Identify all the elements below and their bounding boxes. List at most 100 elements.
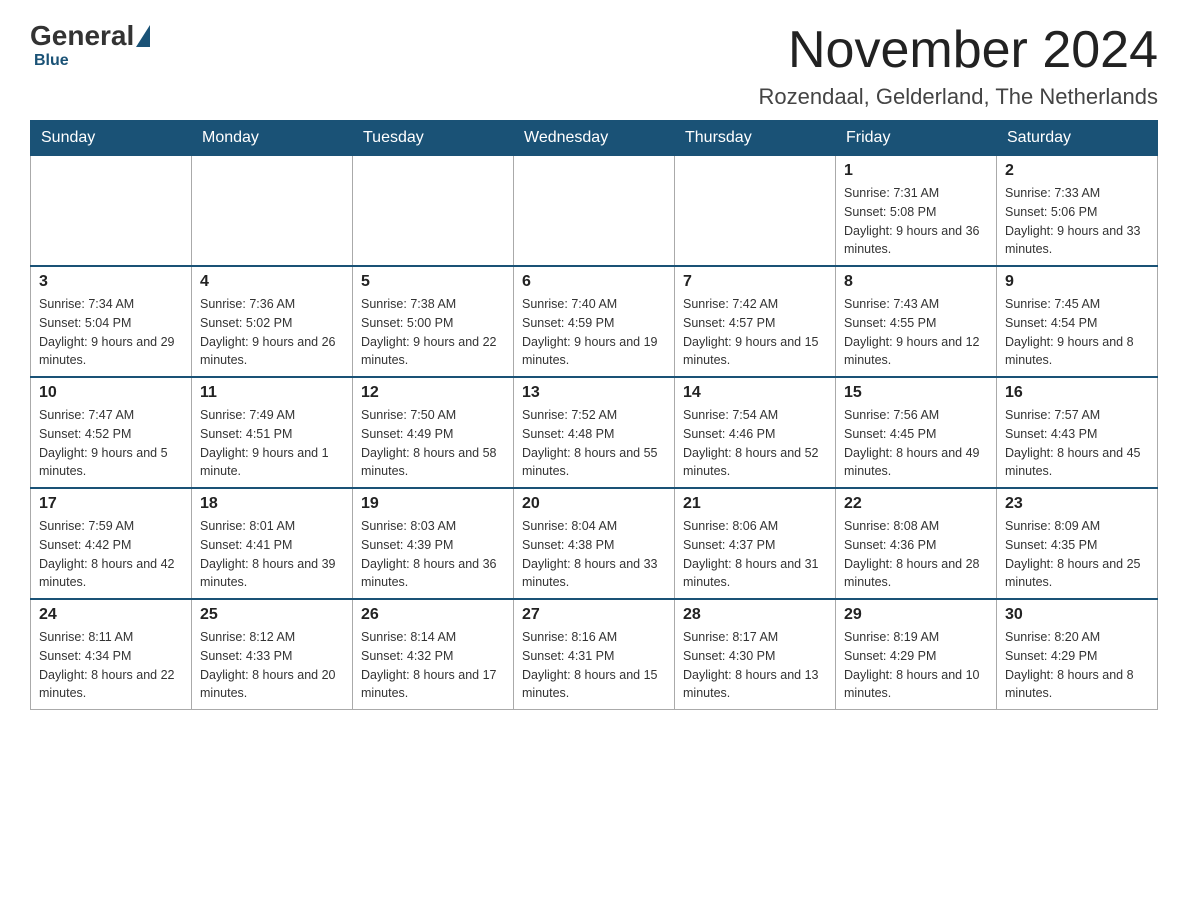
day-number: 9: [1005, 273, 1149, 291]
calendar-day-cell: 4 Sunrise: 7:36 AMSunset: 5:02 PMDaylight…: [192, 266, 353, 377]
day-number: 23: [1005, 495, 1149, 513]
day-number: 21: [683, 495, 827, 513]
day-number: 8: [844, 273, 988, 291]
calendar-day-cell: [514, 156, 675, 267]
day-info: Sunrise: 7:43 AMSunset: 4:55 PMDaylight:…: [844, 295, 988, 370]
day-info: Sunrise: 8:17 AMSunset: 4:30 PMDaylight:…: [683, 628, 827, 703]
calendar-day-cell: 10 Sunrise: 7:47 AMSunset: 4:52 PMDayligh…: [31, 377, 192, 488]
day-number: 29: [844, 606, 988, 624]
day-number: 3: [39, 273, 183, 291]
calendar-day-cell: 16 Sunrise: 7:57 AMSunset: 4:43 PMDayligh…: [997, 377, 1158, 488]
day-info: Sunrise: 7:36 AMSunset: 5:02 PMDaylight:…: [200, 295, 344, 370]
day-number: 4: [200, 273, 344, 291]
calendar-day-cell: [353, 156, 514, 267]
day-number: 2: [1005, 162, 1149, 180]
calendar-day-cell: 28 Sunrise: 8:17 AMSunset: 4:30 PMDayligh…: [675, 599, 836, 710]
day-info: Sunrise: 7:38 AMSunset: 5:00 PMDaylight:…: [361, 295, 505, 370]
calendar-day-cell: 26 Sunrise: 8:14 AMSunset: 4:32 PMDayligh…: [353, 599, 514, 710]
day-info: Sunrise: 7:52 AMSunset: 4:48 PMDaylight:…: [522, 406, 666, 481]
calendar-day-cell: 23Sunrise: 8:09 AMSunset: 4:35 PMDayligh…: [997, 488, 1158, 599]
day-number: 5: [361, 273, 505, 291]
logo-triangle-icon: [136, 25, 150, 47]
calendar-day-cell: [675, 156, 836, 267]
day-number: 20: [522, 495, 666, 513]
day-number: 25: [200, 606, 344, 624]
calendar-day-cell: 2 Sunrise: 7:33 AMSunset: 5:06 PMDaylight…: [997, 156, 1158, 267]
day-info: Sunrise: 8:14 AMSunset: 4:32 PMDaylight:…: [361, 628, 505, 703]
day-info: Sunrise: 7:47 AMSunset: 4:52 PMDaylight:…: [39, 406, 183, 481]
calendar-table: SundayMondayTuesdayWednesdayThursdayFrid…: [30, 120, 1158, 710]
location-subtitle: Rozendaal, Gelderland, The Netherlands: [758, 84, 1158, 110]
calendar-day-cell: 30 Sunrise: 8:20 AMSunset: 4:29 PMDayligh…: [997, 599, 1158, 710]
day-number: 22: [844, 495, 988, 513]
calendar-day-cell: 25 Sunrise: 8:12 AMSunset: 4:33 PMDayligh…: [192, 599, 353, 710]
day-info: Sunrise: 7:33 AMSunset: 5:06 PMDaylight:…: [1005, 184, 1149, 259]
day-info: Sunrise: 7:50 AMSunset: 4:49 PMDaylight:…: [361, 406, 505, 481]
day-number: 14: [683, 384, 827, 402]
weekday-header-row: SundayMondayTuesdayWednesdayThursdayFrid…: [31, 121, 1158, 156]
day-info: Sunrise: 7:31 AMSunset: 5:08 PMDaylight:…: [844, 184, 988, 259]
calendar-day-cell: 27 Sunrise: 8:16 AMSunset: 4:31 PMDayligh…: [514, 599, 675, 710]
day-info: Sunrise: 8:08 AMSunset: 4:36 PMDaylight:…: [844, 517, 988, 592]
calendar-day-cell: 18 Sunrise: 8:01 AMSunset: 4:41 PMDayligh…: [192, 488, 353, 599]
page-header: General Blue November 2024 Rozendaal, Ge…: [30, 20, 1158, 110]
weekday-header-tuesday: Tuesday: [353, 121, 514, 156]
title-section: November 2024 Rozendaal, Gelderland, The…: [758, 20, 1158, 110]
day-number: 19: [361, 495, 505, 513]
day-info: Sunrise: 8:04 AMSunset: 4:38 PMDaylight:…: [522, 517, 666, 592]
weekday-header-friday: Friday: [836, 121, 997, 156]
calendar-week-row: 3 Sunrise: 7:34 AMSunset: 5:04 PMDaylight…: [31, 266, 1158, 377]
calendar-day-cell: [31, 156, 192, 267]
day-number: 27: [522, 606, 666, 624]
calendar-day-cell: 19Sunrise: 8:03 AMSunset: 4:39 PMDayligh…: [353, 488, 514, 599]
day-info: Sunrise: 8:12 AMSunset: 4:33 PMDaylight:…: [200, 628, 344, 703]
day-number: 13: [522, 384, 666, 402]
day-number: 26: [361, 606, 505, 624]
calendar-day-cell: 1 Sunrise: 7:31 AMSunset: 5:08 PMDaylight…: [836, 156, 997, 267]
calendar-day-cell: 21 Sunrise: 8:06 AMSunset: 4:37 PMDayligh…: [675, 488, 836, 599]
calendar-week-row: 24 Sunrise: 8:11 AMSunset: 4:34 PMDayligh…: [31, 599, 1158, 710]
day-info: Sunrise: 7:34 AMSunset: 5:04 PMDaylight:…: [39, 295, 183, 370]
calendar-day-cell: 6Sunrise: 7:40 AMSunset: 4:59 PMDaylight…: [514, 266, 675, 377]
calendar-day-cell: [192, 156, 353, 267]
day-number: 30: [1005, 606, 1149, 624]
day-info: Sunrise: 7:49 AMSunset: 4:51 PMDaylight:…: [200, 406, 344, 481]
logo: General Blue: [30, 20, 152, 70]
calendar-day-cell: 20 Sunrise: 8:04 AMSunset: 4:38 PMDayligh…: [514, 488, 675, 599]
day-info: Sunrise: 8:19 AMSunset: 4:29 PMDaylight:…: [844, 628, 988, 703]
day-info: Sunrise: 8:01 AMSunset: 4:41 PMDaylight:…: [200, 517, 344, 592]
day-number: 28: [683, 606, 827, 624]
day-number: 18: [200, 495, 344, 513]
logo-blue-text: Blue: [34, 52, 69, 70]
calendar-day-cell: 24 Sunrise: 8:11 AMSunset: 4:34 PMDayligh…: [31, 599, 192, 710]
day-info: Sunrise: 8:11 AMSunset: 4:34 PMDaylight:…: [39, 628, 183, 703]
calendar-day-cell: 29 Sunrise: 8:19 AMSunset: 4:29 PMDayligh…: [836, 599, 997, 710]
day-info: Sunrise: 7:56 AMSunset: 4:45 PMDaylight:…: [844, 406, 988, 481]
day-info: Sunrise: 7:42 AMSunset: 4:57 PMDaylight:…: [683, 295, 827, 370]
day-info: Sunrise: 7:59 AMSunset: 4:42 PMDaylight:…: [39, 517, 183, 592]
day-info: Sunrise: 8:20 AMSunset: 4:29 PMDaylight:…: [1005, 628, 1149, 703]
calendar-day-cell: 7 Sunrise: 7:42 AMSunset: 4:57 PMDaylight…: [675, 266, 836, 377]
day-info: Sunrise: 8:06 AMSunset: 4:37 PMDaylight:…: [683, 517, 827, 592]
calendar-day-cell: 15 Sunrise: 7:56 AMSunset: 4:45 PMDayligh…: [836, 377, 997, 488]
day-info: Sunrise: 8:16 AMSunset: 4:31 PMDaylight:…: [522, 628, 666, 703]
day-info: Sunrise: 7:40 AMSunset: 4:59 PMDaylight:…: [522, 295, 666, 370]
calendar-day-cell: 8 Sunrise: 7:43 AMSunset: 4:55 PMDaylight…: [836, 266, 997, 377]
calendar-day-cell: 14Sunrise: 7:54 AMSunset: 4:46 PMDayligh…: [675, 377, 836, 488]
calendar-day-cell: 9Sunrise: 7:45 AMSunset: 4:54 PMDaylight…: [997, 266, 1158, 377]
day-number: 7: [683, 273, 827, 291]
day-info: Sunrise: 7:57 AMSunset: 4:43 PMDaylight:…: [1005, 406, 1149, 481]
calendar-day-cell: 22 Sunrise: 8:08 AMSunset: 4:36 PMDayligh…: [836, 488, 997, 599]
day-number: 17: [39, 495, 183, 513]
calendar-week-row: 17 Sunrise: 7:59 AMSunset: 4:42 PMDayligh…: [31, 488, 1158, 599]
day-number: 1: [844, 162, 988, 180]
day-number: 16: [1005, 384, 1149, 402]
day-number: 10: [39, 384, 183, 402]
month-year-title: November 2024: [758, 20, 1158, 80]
day-number: 15: [844, 384, 988, 402]
calendar-week-row: 10 Sunrise: 7:47 AMSunset: 4:52 PMDayligh…: [31, 377, 1158, 488]
day-number: 24: [39, 606, 183, 624]
calendar-day-cell: 3 Sunrise: 7:34 AMSunset: 5:04 PMDaylight…: [31, 266, 192, 377]
day-number: 12: [361, 384, 505, 402]
calendar-day-cell: 12 Sunrise: 7:50 AMSunset: 4:49 PMDayligh…: [353, 377, 514, 488]
